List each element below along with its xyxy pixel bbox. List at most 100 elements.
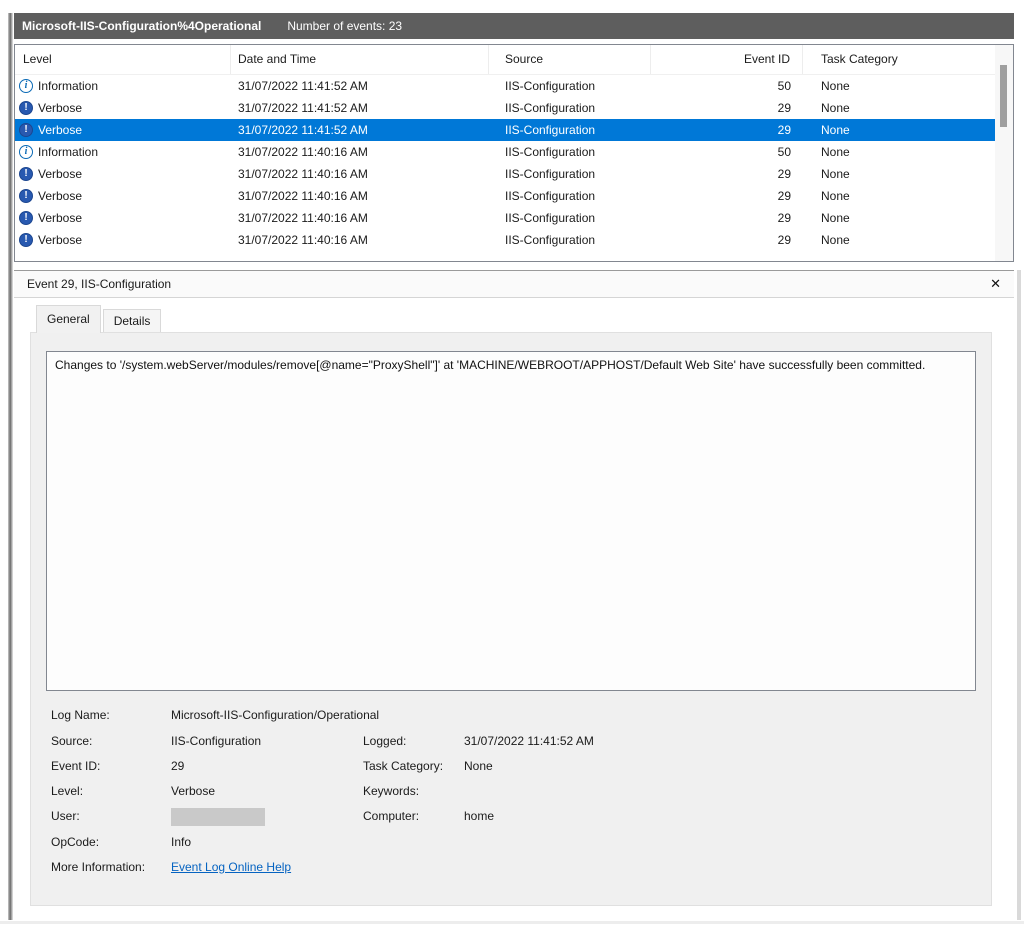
event-log-online-help-link[interactable]: Event Log Online Help [171,857,291,877]
source-cell: IIS-Configuration [489,119,651,141]
datetime-cell: 31/07/2022 11:40:16 AM [231,163,489,185]
event-id-cell: 29 [651,207,803,229]
scrollbar-thumb[interactable] [1000,65,1007,127]
user-value [171,806,363,826]
event-description-box[interactable]: Changes to '/system.webServer/modules/re… [46,351,976,691]
tab-details-label: Details [114,314,151,328]
level-cell: Verbose [38,119,82,141]
information-icon: i [19,145,33,159]
detail-pane-title: Event 29, IIS-Configuration [27,277,171,291]
logged-label: Logged: [363,731,464,751]
source-label: Source: [51,731,171,751]
verbose-icon: ! [19,167,33,181]
tab-general-label: General [47,312,90,326]
task-category-label: Task Category: [363,756,464,776]
tab-details[interactable]: Details [103,309,162,333]
window-edge-right [1017,270,1021,920]
event-id-cell: 29 [651,119,803,141]
column-header-level[interactable]: Level [15,45,231,74]
level-label: Level: [51,781,171,801]
task-category-cell: None [803,97,995,119]
level-cell: Information [38,75,98,97]
general-tab-content: Changes to '/system.webServer/modules/re… [30,332,992,906]
field-row-user: User: Computer: home [51,806,494,826]
table-row[interactable]: ! Verbose 31/07/2022 11:40:16 AM IIS-Con… [15,163,995,185]
datetime-cell: 31/07/2022 11:41:52 AM [231,75,489,97]
table-row[interactable]: i Information 31/07/2022 11:41:52 AM IIS… [15,75,995,97]
level-value: Verbose [171,781,363,801]
datetime-cell: 31/07/2022 11:40:16 AM [231,229,489,251]
event-id-cell: 50 [651,75,803,97]
table-header-row: Level Date and Time Source Event ID Task… [15,45,995,75]
event-id-cell: 29 [651,229,803,251]
task-category-cell: None [803,119,995,141]
event-id-cell: 29 [651,97,803,119]
field-row-source: Source: IIS-Configuration Logged: 31/07/… [51,731,594,751]
column-header-event-id[interactable]: Event ID [651,45,803,74]
event-detail-pane: Event 29, IIS-Configuration ✕ General De… [14,270,1014,920]
detail-tab-strip: General Details [36,305,163,333]
window-edge-bottom [0,921,1024,924]
table-row[interactable]: ! Verbose 31/07/2022 11:40:16 AM IIS-Con… [15,207,995,229]
task-category-value: None [464,756,493,776]
event-id-cell: 50 [651,141,803,163]
datetime-cell: 31/07/2022 11:41:52 AM [231,97,489,119]
datetime-cell: 31/07/2022 11:41:52 AM [231,119,489,141]
log-name-value: Microsoft-IIS-Configuration/Operational [171,705,379,725]
column-header-source[interactable]: Source [489,45,651,74]
event-id-cell: 29 [651,185,803,207]
level-cell: Verbose [38,97,82,119]
table-row-selected[interactable]: ! Verbose 31/07/2022 11:41:52 AM IIS-Con… [15,119,995,141]
source-cell: IIS-Configuration [489,185,651,207]
source-cell: IIS-Configuration [489,207,651,229]
table-row[interactable]: ! Verbose 31/07/2022 11:40:16 AM IIS-Con… [15,185,995,207]
event-viewer-window: Microsoft-IIS-Configuration%4Operational… [0,0,1024,930]
log-name-title: Microsoft-IIS-Configuration%4Operational [22,19,261,33]
event-id-value: 29 [171,756,363,776]
close-icon[interactable]: ✕ [990,276,1001,292]
verbose-icon: ! [19,233,33,247]
verbose-icon: ! [19,211,33,225]
table-row[interactable]: ! Verbose 31/07/2022 11:41:52 AM IIS-Con… [15,97,995,119]
field-row-event-id: Event ID: 29 Task Category: None [51,756,493,776]
source-cell: IIS-Configuration [489,163,651,185]
user-label: User: [51,806,171,826]
level-cell: Information [38,141,98,163]
verbose-icon: ! [19,101,33,115]
detail-pane-header: Event 29, IIS-Configuration ✕ [14,271,1014,298]
keywords-label: Keywords: [363,781,464,801]
datetime-cell: 31/07/2022 11:40:16 AM [231,207,489,229]
column-header-date-and-time[interactable]: Date and Time [231,45,489,74]
log-name-label: Log Name: [51,705,171,725]
log-title-bar: Microsoft-IIS-Configuration%4Operational… [14,13,1014,39]
field-row-log-name: Log Name: Microsoft-IIS-Configuration/Op… [51,705,379,725]
field-row-opcode: OpCode: Info [51,832,191,852]
field-row-more-information: More Information: Event Log Online Help [51,857,291,877]
source-cell: IIS-Configuration [489,229,651,251]
vertical-scrollbar[interactable] [995,45,1013,261]
verbose-icon: ! [19,189,33,203]
verbose-icon: ! [19,123,33,137]
event-description-text: Changes to '/system.webServer/modules/re… [55,358,925,372]
task-category-cell: None [803,207,995,229]
column-header-task-category[interactable]: Task Category [803,45,995,74]
table-row[interactable]: ! Verbose 31/07/2022 11:40:16 AM IIS-Con… [15,229,995,251]
level-cell: Verbose [38,185,82,207]
level-cell: Verbose [38,163,82,185]
level-cell: Verbose [38,207,82,229]
computer-label: Computer: [363,806,464,826]
logged-value: 31/07/2022 11:41:52 AM [464,731,594,751]
table-row[interactable]: i Information 31/07/2022 11:40:16 AM IIS… [15,141,995,163]
event-id-label: Event ID: [51,756,171,776]
tab-general[interactable]: General [36,305,101,333]
event-id-cell: 29 [651,163,803,185]
source-value: IIS-Configuration [171,731,363,751]
task-category-cell: None [803,185,995,207]
source-cell: IIS-Configuration [489,75,651,97]
source-cell: IIS-Configuration [489,97,651,119]
task-category-cell: None [803,229,995,251]
computer-value: home [464,806,494,826]
user-redacted-box [171,808,265,826]
event-list-panel: Level Date and Time Source Event ID Task… [14,44,1014,262]
opcode-value: Info [171,832,191,852]
